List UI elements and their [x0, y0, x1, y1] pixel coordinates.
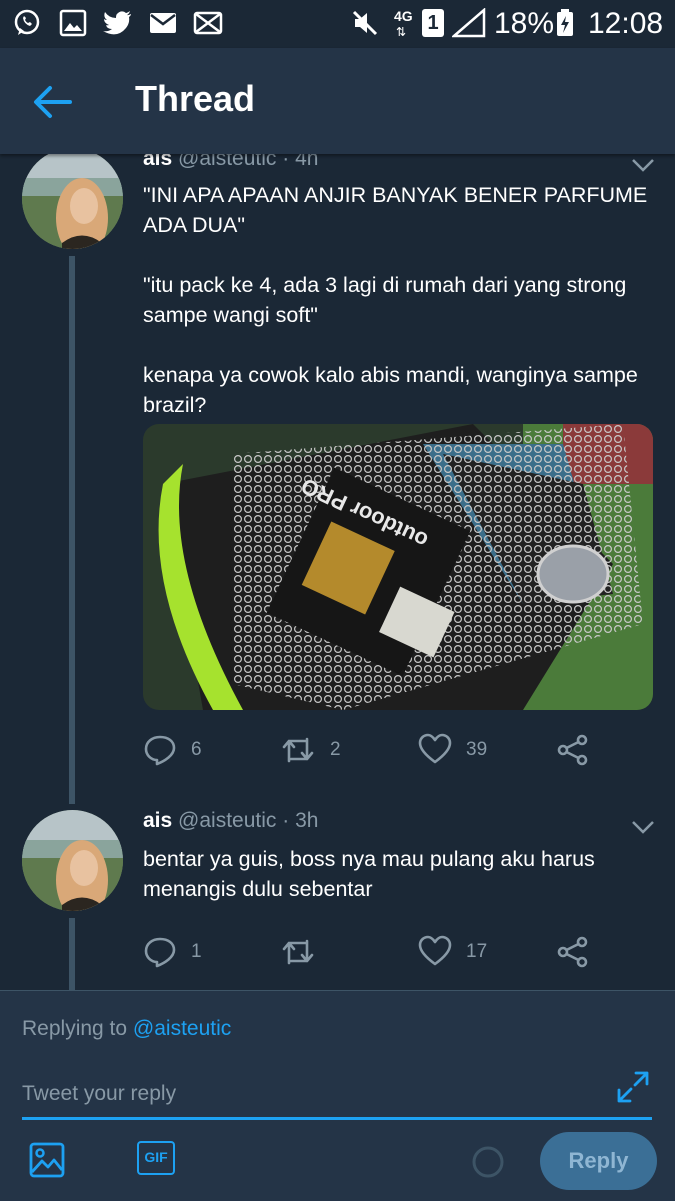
reply-count: 1	[191, 941, 202, 962]
app-bar: Thread	[0, 48, 675, 154]
chevron-down-icon[interactable]	[630, 157, 656, 173]
tweet-text: bentar ya guis, boss nya mau pulang aku …	[143, 847, 601, 901]
mute-icon	[352, 10, 378, 36]
separator-dot: ·	[282, 809, 290, 832]
chevron-down-icon[interactable]	[630, 819, 656, 835]
network-type: 4G	[394, 8, 413, 24]
email-icon	[193, 11, 223, 35]
like-count: 17	[466, 941, 488, 962]
character-count-ring-icon	[472, 1146, 504, 1178]
like-action[interactable]: 17	[418, 935, 508, 975]
tweet-media-image[interactable]: outdoor PRO	[143, 424, 653, 710]
reply-input[interactable]	[22, 1071, 652, 1120]
user-name[interactable]: ais	[143, 809, 172, 832]
back-arrow-icon[interactable]	[30, 82, 76, 122]
clock: 12:08	[588, 7, 664, 40]
tweet-time: 3h	[295, 809, 319, 832]
user-handle[interactable]: @aisteutic	[178, 809, 276, 832]
tweet-text: "INI APA APAAN ANJIR BANYAK BENER PARFUM…	[143, 183, 648, 417]
replying-to: Replying to @aisteutic	[22, 1017, 231, 1041]
like-action[interactable]: 39	[418, 733, 508, 773]
reply-composer: Replying to @aisteutic GIF Reply	[0, 990, 675, 1201]
page-title: Thread	[135, 78, 256, 119]
battery-charging-icon	[557, 9, 573, 36]
image-icon[interactable]	[28, 1141, 66, 1179]
retweet-action[interactable]: 2	[280, 733, 370, 773]
sim-indicator: 1	[422, 9, 444, 37]
twitter-bird-icon	[103, 11, 131, 35]
retweet-count: 2	[330, 739, 341, 760]
expand-icon[interactable]	[615, 1069, 651, 1105]
mail-icon	[150, 13, 176, 33]
signal-icon	[452, 8, 486, 38]
reply-action[interactable]: 1	[143, 935, 233, 975]
reply-count: 6	[191, 739, 202, 760]
like-count: 39	[466, 739, 488, 760]
status-bar: 4G ⇅ 1 18% 12:08	[0, 0, 675, 48]
gif-button[interactable]: GIF	[137, 1141, 175, 1175]
avatar[interactable]	[22, 810, 123, 911]
heart-icon	[418, 733, 452, 764]
retweet-icon	[282, 939, 314, 965]
thread-line	[69, 918, 75, 990]
heart-icon	[418, 935, 452, 966]
tweet-header: ais @aisteutic · 3h	[143, 809, 318, 833]
gallery-icon	[59, 9, 87, 37]
replying-to-label: Replying to	[22, 1017, 128, 1040]
reply-button[interactable]: Reply	[540, 1132, 657, 1190]
whatsapp-icon	[14, 9, 40, 35]
battery-percent: 18%	[494, 7, 555, 40]
share-icon[interactable]	[556, 935, 590, 969]
share-icon[interactable]	[556, 733, 590, 767]
avatar[interactable]	[22, 148, 123, 249]
data-arrows-icon: ⇅	[396, 25, 407, 39]
retweet-action[interactable]	[280, 935, 370, 975]
thread-line	[69, 256, 75, 804]
reply-icon	[144, 735, 176, 766]
reply-action[interactable]: 6	[143, 733, 233, 773]
retweet-icon	[282, 737, 314, 763]
replying-to-handle[interactable]: @aisteutic	[133, 1017, 231, 1040]
reply-icon	[144, 937, 176, 968]
